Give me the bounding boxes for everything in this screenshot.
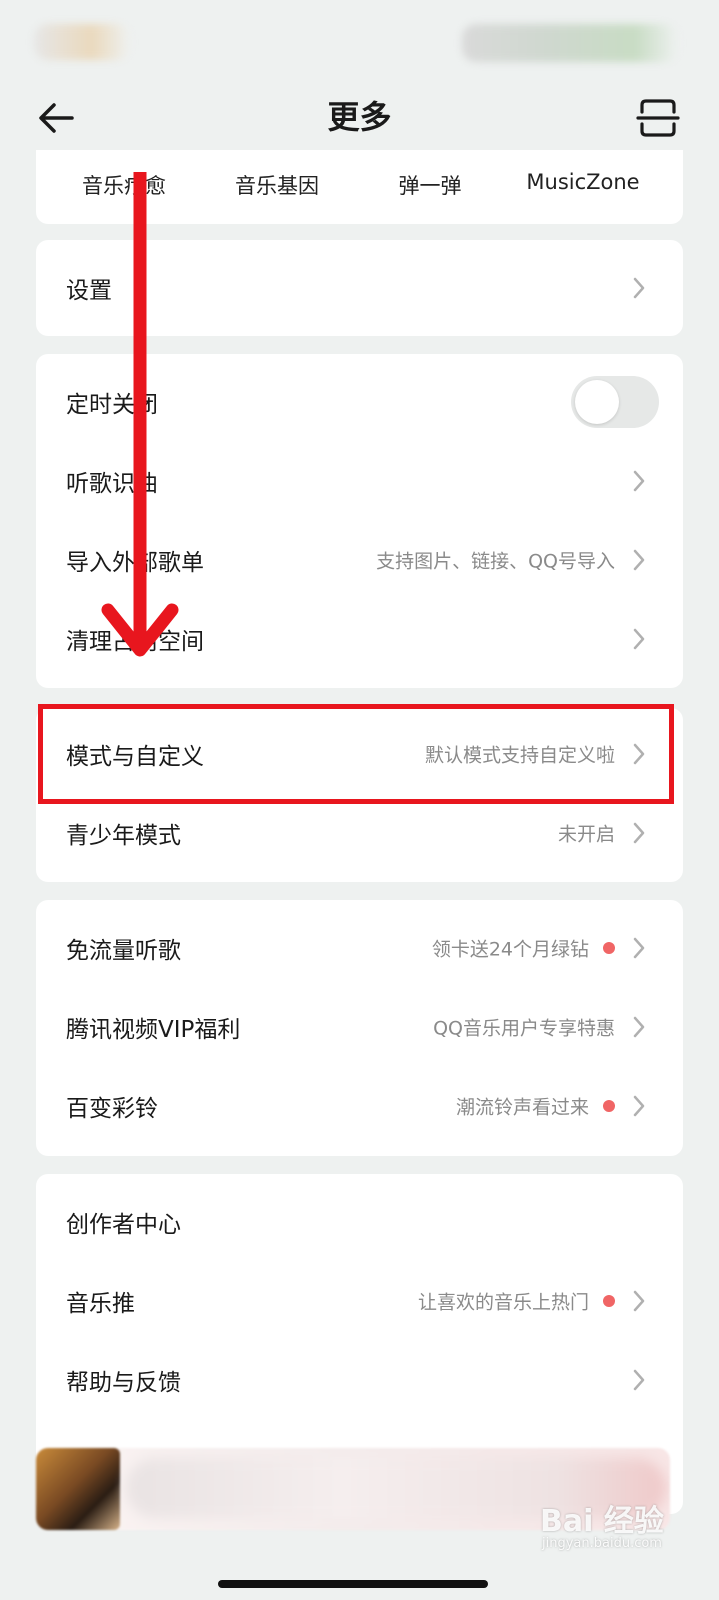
chevron-right-icon <box>633 277 645 299</box>
watermark-logo: Bai 经验 <box>540 1504 664 1539</box>
row-label: 音乐推 <box>66 1291 135 1317</box>
status-bar <box>0 0 719 84</box>
red-dot-badge <box>603 942 615 954</box>
row-subtitle: 未开启 <box>557 823 615 846</box>
toggle-knob <box>575 380 619 424</box>
row-label: 免流量听歌 <box>66 938 181 964</box>
benefits-card: 免流量听歌 领卡送24个月绿钻 腾讯视频VIP福利 QQ音乐用户专享特惠 百变彩… <box>36 900 683 1156</box>
annotation-highlight-box <box>38 704 674 804</box>
row-label: 创作者中心 <box>66 1212 181 1238</box>
album-art <box>36 1448 120 1530</box>
red-dot-badge <box>603 1295 615 1307</box>
watermark-url: jingyan.baidu.com <box>542 1536 662 1551</box>
chevron-right-icon <box>633 628 645 650</box>
page-title: 更多 <box>327 98 392 136</box>
chevron-right-icon <box>633 549 645 571</box>
row-help-feedback[interactable]: 帮助与反馈 <box>36 1340 683 1420</box>
status-bar-left-blurred <box>34 24 130 60</box>
row-teen-mode[interactable]: 青少年模式 未开启 <box>36 793 683 873</box>
chevron-right-icon <box>633 937 645 959</box>
header: 更多 <box>0 84 719 148</box>
baidu-jingyan-watermark: Bai 经验 jingyan.baidu.com <box>540 1494 710 1556</box>
row-label: 青少年模式 <box>66 823 181 849</box>
shortcut-tan-yi-tan[interactable]: 弹一弹 <box>399 170 462 200</box>
row-subtitle: 让喜欢的音乐上热门 <box>417 1291 589 1314</box>
row-label: 腾讯视频VIP福利 <box>66 1017 241 1043</box>
annotation-arrow-icon <box>101 172 179 657</box>
chevron-right-icon <box>633 822 645 844</box>
chevron-right-icon <box>633 470 645 492</box>
red-dot-badge <box>603 1100 615 1112</box>
scan-button[interactable] <box>636 96 680 140</box>
row-music-promo[interactable]: 音乐推 让喜欢的音乐上热门 <box>36 1261 683 1341</box>
status-bar-right-blurred <box>462 24 678 62</box>
shortcut-music-gene[interactable]: 音乐基因 <box>235 170 319 200</box>
timer-off-toggle[interactable] <box>571 376 659 428</box>
scan-icon <box>636 99 680 137</box>
row-creator-center[interactable]: 创作者中心 <box>36 1182 683 1262</box>
row-subtitle: 支持图片、链接、QQ号导入 <box>376 550 615 573</box>
chevron-right-icon <box>633 1016 645 1038</box>
chevron-right-icon <box>633 1369 645 1391</box>
chevron-right-icon <box>633 1095 645 1117</box>
chevron-right-icon <box>633 1290 645 1312</box>
row-subtitle: QQ音乐用户专享特惠 <box>433 1017 615 1040</box>
row-tencent-video[interactable]: 腾讯视频VIP福利 QQ音乐用户专享特惠 <box>36 987 683 1067</box>
row-subtitle: 潮流铃声看过来 <box>455 1096 589 1119</box>
row-subtitle: 领卡送24个月绿钻 <box>431 938 589 961</box>
row-label: 百变彩铃 <box>66 1096 158 1122</box>
home-indicator <box>218 1580 488 1588</box>
row-free-data[interactable]: 免流量听歌 领卡送24个月绿钻 <box>36 908 683 988</box>
row-ringtone[interactable]: 百变彩铃 潮流铃声看过来 <box>36 1066 683 1146</box>
row-label: 帮助与反馈 <box>66 1370 181 1396</box>
shortcut-musiczone[interactable]: MusicZone <box>526 170 639 194</box>
